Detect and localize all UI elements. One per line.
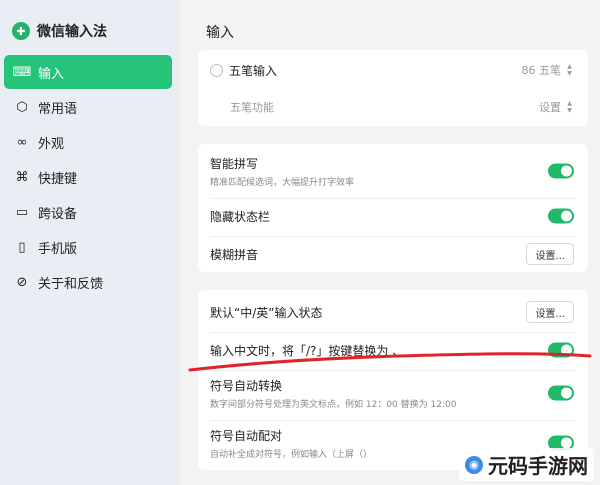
sidebar-item-shortcuts[interactable]: ⌘ 快捷键: [4, 160, 172, 194]
sidebar-item-cross-device[interactable]: ▭ 跨设备: [4, 195, 172, 229]
smart-pinyin-row: 智能拼写 精准匹配候选词，大幅提升打字效率: [210, 154, 574, 188]
default-state-settings-button[interactable]: 设置...: [526, 301, 574, 323]
default-state-row: 默认“中/英”输入状态 设置...: [210, 300, 574, 324]
app-title: 微信输入法: [37, 24, 107, 40]
wubi-label: 五笔输入: [229, 63, 278, 78]
main-panel: 输入 五笔输入 86 五笔 ▲ ▼ 五笔功能 设置 ▲ ▼ 智能拼写 精准匹配候选词…: [180, 0, 600, 485]
divider: [210, 370, 576, 371]
wubi-card: 五笔输入 86 五笔 ▲ ▼ 五笔功能 设置 ▲ ▼: [198, 50, 588, 126]
divider: [210, 236, 576, 237]
wubi-select[interactable]: 86 五笔 ▲ ▼: [522, 62, 575, 78]
wubi-radio[interactable]: [210, 63, 223, 77]
fuzzy-pinyin-settings-button[interactable]: 设置...: [526, 243, 574, 265]
wubi-func-select-value: 设置: [539, 101, 561, 114]
chevron-updown-icon: ▲ ▼: [567, 63, 572, 77]
symbol-convert-row: 符号自动转换 数字间部分符号处理为英文标点，例如 12：00 替换为 12:00: [210, 376, 574, 410]
wubi-select-value: 86 五笔: [521, 64, 562, 77]
sidebar-item-label: 常用语: [38, 101, 78, 117]
typing-card: 智能拼写 精准匹配候选词，大幅提升打字效率 隐藏状态栏 模糊拼音 设置...: [198, 144, 588, 272]
replace-key-toggle[interactable]: [548, 342, 574, 358]
sidebar-item-label: 关于和反馈: [38, 276, 104, 292]
fuzzy-pinyin-label: 模糊拼音: [210, 247, 259, 262]
sidebar-item-label: 外观: [38, 136, 65, 152]
replace-key-row: 输入中文时，将「/?」按键替换为 、: [210, 338, 574, 362]
hide-statusbar-toggle[interactable]: [548, 208, 574, 224]
symbol-convert-toggle[interactable]: [548, 385, 574, 401]
fuzzy-pinyin-row: 模糊拼音 设置...: [210, 242, 574, 266]
sidebar-item-phrases[interactable]: ⬡ 常用语: [4, 90, 172, 124]
sidebar: ✚ 微信输入法 ⌨ 输入 ⬡ 常用语 ∞ 外观 ⌘ 快捷键 ▭ 跨设备 ▯ 手机…: [0, 0, 180, 485]
symbol-pair-label: 符号自动配对: [210, 428, 283, 443]
devices-icon: ▭: [15, 204, 29, 220]
default-state-label: 默认“中/英”输入状态: [210, 305, 323, 320]
wubi-func-row: 五笔功能 设置 ▲ ▼: [230, 96, 574, 118]
watermark: ◉ 元码手游网: [459, 448, 594, 481]
wubi-func-select[interactable]: 设置 ▲ ▼: [539, 99, 574, 115]
rings-icon: ∞: [16, 134, 28, 150]
sidebar-nav: ⌨ 输入 ⬡ 常用语 ∞ 外观 ⌘ 快捷键 ▭ 跨设备 ▯ 手机版 ⊘ 关于和反…: [4, 55, 172, 300]
compass-icon: ⊘: [16, 274, 28, 290]
symbol-convert-label: 符号自动转换: [210, 378, 283, 393]
hide-statusbar-row: 隐藏状态栏: [210, 204, 574, 228]
hide-statusbar-label: 隐藏状态栏: [210, 209, 271, 224]
sidebar-item-appearance[interactable]: ∞ 外观: [4, 125, 172, 159]
smart-pinyin-toggle[interactable]: [548, 163, 574, 179]
sidebar-item-about[interactable]: ⊘ 关于和反馈: [4, 265, 172, 299]
watermark-logo-icon: ◉: [465, 455, 483, 474]
sidebar-item-mobile[interactable]: ▯ 手机版: [4, 230, 172, 264]
symbol-card: 默认“中/英”输入状态 设置... 输入中文时，将「/?」按键替换为 、 符号自…: [198, 290, 588, 470]
phone-icon: ▯: [18, 239, 26, 255]
divider: [210, 332, 576, 333]
chevron-updown-icon: ▲ ▼: [567, 100, 572, 114]
sidebar-item-label: 手机版: [38, 241, 78, 257]
watermark-text: 元码手游网: [488, 454, 588, 478]
divider: [210, 198, 576, 199]
sidebar-item-label: 快捷键: [38, 171, 78, 187]
command-icon: ⌘: [15, 169, 29, 185]
wubi-row: 五笔输入 86 五笔 ▲ ▼: [210, 58, 574, 82]
page-title: 输入: [206, 25, 234, 41]
wubi-func-label: 五笔功能: [230, 101, 274, 114]
smart-pinyin-desc: 精准匹配候选词，大幅提升打字效率: [210, 177, 355, 188]
sidebar-item-input[interactable]: ⌨ 输入: [4, 55, 172, 89]
cube-icon: ⬡: [16, 99, 28, 115]
keyboard-icon: ⌨: [12, 64, 32, 80]
brand: ✚ 微信输入法: [12, 20, 107, 42]
smart-pinyin-label: 智能拼写: [210, 156, 259, 171]
divider: [210, 420, 576, 421]
symbol-pair-desc: 自动补全成对符号，例如输入（上屏（）: [210, 449, 373, 460]
symbol-convert-desc: 数字间部分符号处理为英文标点，例如 12：00 替换为 12:00: [210, 399, 457, 410]
sidebar-item-label: 输入: [38, 66, 65, 82]
wechat-ime-logo-icon: ✚: [12, 22, 30, 40]
replace-key-label: 输入中文时，将「/?」按键替换为 、: [210, 343, 405, 358]
sidebar-item-label: 跨设备: [38, 206, 78, 222]
